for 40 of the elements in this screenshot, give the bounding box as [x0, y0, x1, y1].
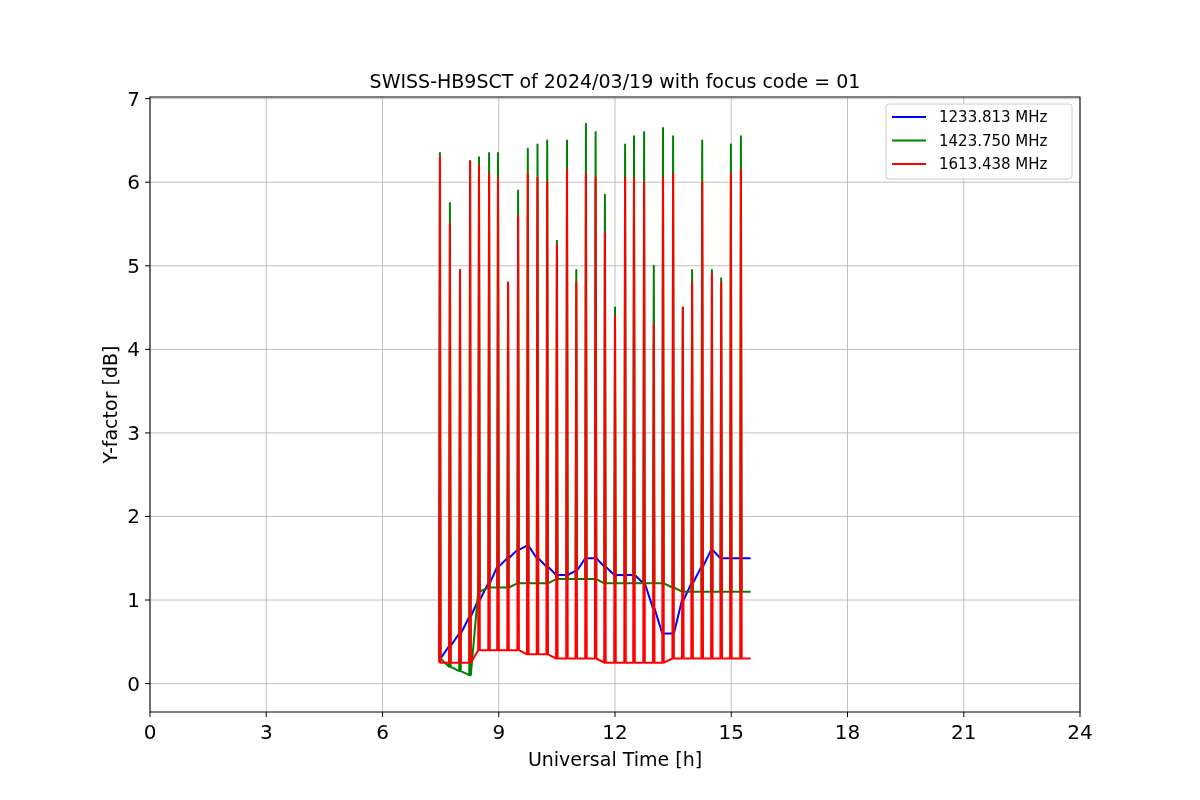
legend-label: 1613.438 MHz — [939, 155, 1048, 173]
tick-label: 5 — [127, 253, 140, 278]
tick-mark — [144, 683, 151, 685]
tick-label: 1 — [127, 588, 140, 613]
tick-label: 9 — [492, 720, 506, 744]
tick-label: 21 — [951, 720, 977, 744]
tick-label: 7 — [127, 86, 140, 111]
tick-mark — [1079, 711, 1081, 718]
tick-label: 2 — [127, 504, 140, 529]
legend-label: 1233.813 MHz — [939, 108, 1048, 126]
axis-label: Y-factor [dB] — [99, 345, 121, 464]
tick-mark — [144, 181, 151, 183]
legend-label: 1423.750 MHz — [939, 131, 1048, 150]
tick-mark — [847, 711, 848, 718]
tick-label: 15 — [718, 720, 744, 744]
tick-mark — [144, 599, 151, 601]
tick-label: 4 — [127, 337, 140, 362]
tick-mark — [382, 711, 383, 718]
axis-label: Universal Time [h] — [527, 748, 703, 770]
tick-mark — [144, 98, 151, 100]
tick-label: 3 — [259, 720, 273, 744]
tick-mark — [265, 711, 267, 718]
tick-mark — [144, 265, 151, 267]
tick-mark — [144, 432, 151, 434]
tick-mark — [144, 348, 151, 350]
chart-title: SWISS-HB9SCT of 2024/03/19 with focus code = 01 — [369, 70, 861, 92]
tick-label: 6 — [376, 720, 389, 744]
tick-mark — [144, 515, 151, 517]
tick-label: 12 — [602, 720, 628, 744]
tick-label: 6 — [127, 170, 140, 195]
tick-mark — [730, 711, 732, 718]
tick-label: 18 — [834, 720, 861, 744]
tick-mark — [149, 711, 151, 718]
tick-mark — [963, 711, 965, 718]
tick-label: 3 — [127, 420, 140, 445]
tick-label: 0 — [143, 720, 157, 744]
tick-mark — [614, 711, 616, 718]
tick-label: 0 — [127, 671, 140, 696]
tick-label: 24 — [1067, 720, 1093, 744]
tick-mark — [498, 711, 500, 718]
